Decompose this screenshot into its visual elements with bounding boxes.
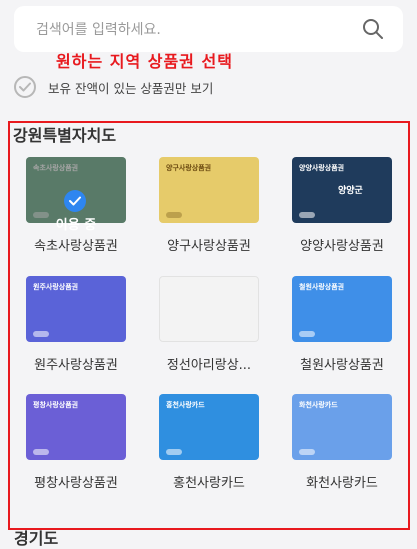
region-title: 강원특별자치도 (13, 126, 117, 145)
in-use-label: 이용 중 (55, 218, 97, 233)
thumbnail-pill (33, 449, 49, 455)
search-input[interactable] (34, 6, 358, 54)
voucher-card-cheorwon[interactable]: 철원사랑상품권 철원사랑상품권 (292, 276, 392, 384)
voucher-thumbnail: 평창사랑상품권 (26, 394, 126, 460)
thumbnail-pill (299, 331, 315, 337)
voucher-name: 속초사랑상품권 (34, 239, 118, 254)
voucher-card-pyeongchang[interactable]: 평창사랑상품권 평창사랑상품권 (26, 394, 126, 502)
voucher-name: 홍천사랑카드 (173, 476, 245, 491)
voucher-thumbnail: 원주사랑상품권 (26, 276, 126, 342)
thumbnail-header: 양양사랑상품권 (299, 164, 345, 172)
voucher-card-yanggu[interactable]: 양구사랑상품권 양구사랑상품권 (159, 157, 259, 265)
next-region-title: 경기도 (14, 529, 59, 548)
search-bar[interactable] (14, 6, 403, 54)
voucher-name: 양구사랑상품권 (167, 239, 251, 254)
thumbnail-header: 원주사랑상품권 (33, 283, 79, 291)
voucher-thumbnail: 화천사랑카드 (292, 394, 392, 460)
thumbnail-pill (299, 212, 315, 218)
voucher-thumbnail: 철원사랑상품권 (292, 276, 392, 342)
check-circle-icon[interactable] (14, 76, 36, 98)
voucher-name: 철원사랑상품권 (300, 358, 384, 373)
thumbnail-header: 홍천사랑카드 (166, 401, 205, 409)
balance-filter[interactable]: 보유 잔액이 있는 상품권만 보기 (14, 76, 213, 98)
voucher-card-wonju[interactable]: 원주사랑상품권 원주사랑상품권 (26, 276, 126, 384)
voucher-card-yangyang[interactable]: 양양사랑상품권 양양군 양양사랑상품권 (292, 157, 392, 265)
voucher-name: 화천사랑카드 (306, 476, 378, 491)
voucher-name: 원주사랑상품권 (34, 358, 118, 373)
thumbnail-header: 평창사랑상품권 (33, 401, 79, 409)
thumbnail-pill (299, 449, 315, 455)
thumbnail-header: 속초사랑상품권 (33, 164, 79, 172)
voucher-thumbnail: 양양사랑상품권 양양군 (292, 157, 392, 223)
thumbnail-pill (166, 449, 182, 455)
voucher-name: 정선아리랑상... (166, 358, 252, 373)
voucher-card-hongcheon[interactable]: 홍천사랑카드 홍천사랑카드 (159, 394, 259, 502)
thumbnail-pill (33, 331, 49, 337)
thumbnail-header: 철원사랑상품권 (299, 283, 345, 291)
voucher-thumbnail: 홍천사랑카드 (159, 394, 259, 460)
voucher-name: 양양사랑상품권 (300, 239, 384, 254)
search-icon[interactable] (361, 17, 385, 41)
voucher-card-jeongseon[interactable]: 정선아리랑상... (159, 276, 259, 384)
filter-label: 보유 잔액이 있는 상품권만 보기 (48, 80, 214, 96)
thumbnail-header: 양구사랑상품권 (166, 164, 212, 172)
voucher-thumbnail (159, 276, 259, 342)
thumbnail-pill (166, 212, 182, 218)
voucher-card-sokcho[interactable]: 속초사랑상품권 이용 중 속초사랑상품권 (26, 157, 126, 265)
voucher-name: 평창사랑상품권 (34, 476, 118, 491)
selected-check-icon (64, 190, 86, 212)
thumbnail-body: 양양군 (338, 186, 363, 196)
annotation-text: 원하는 지역 상품권 선택 (56, 52, 233, 71)
thumbnail-header: 화천사랑카드 (299, 401, 338, 409)
voucher-thumbnail: 양구사랑상품권 (159, 157, 259, 223)
voucher-card-hwacheon[interactable]: 화천사랑카드 화천사랑카드 (292, 394, 392, 502)
